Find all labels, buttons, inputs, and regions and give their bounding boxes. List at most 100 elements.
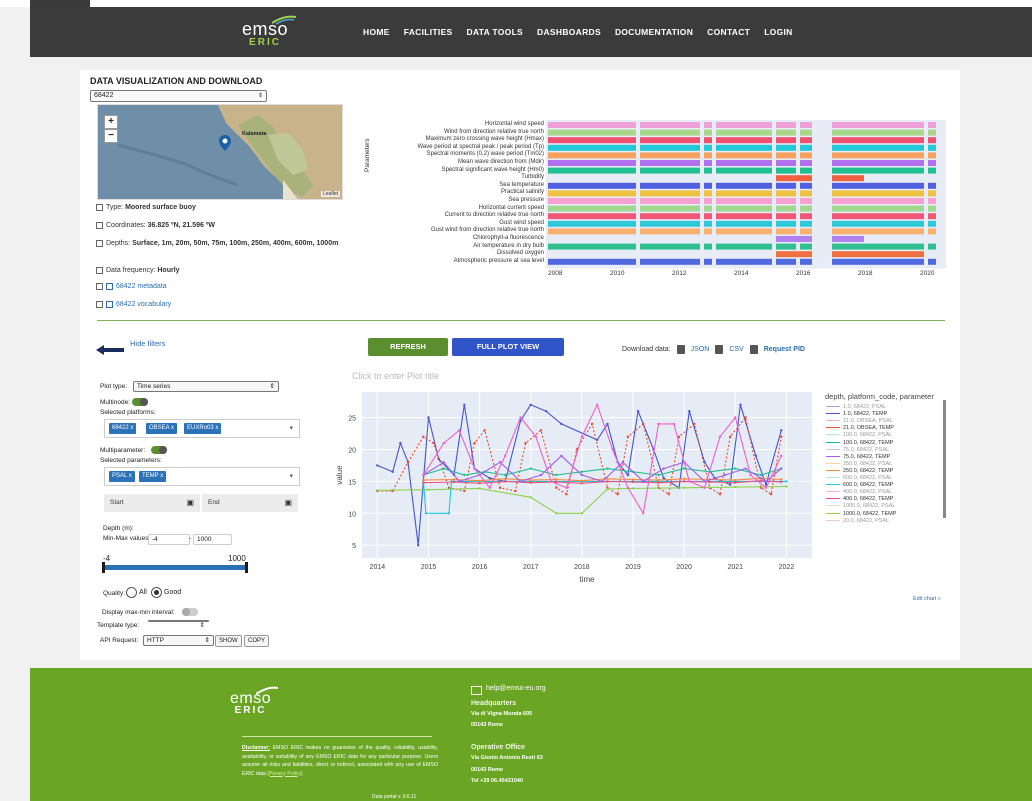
series-point[interactable] [683,477,686,480]
platform-select[interactable]: 68422 ⇕ [90,90,267,102]
series-point[interactable] [596,438,599,442]
platforms-multiselect[interactable]: 68422 x OBSEA x EUXRo03 x ▾ [104,419,300,438]
series-point[interactable] [427,488,430,491]
series-point[interactable] [432,441,435,445]
depth-min-input[interactable]: -4 [148,534,190,545]
series-point[interactable] [621,461,624,464]
legend-item[interactable]: 21.0, OBSEA, TEMP [826,425,894,431]
footer-logo[interactable]: emso ERIC [230,686,278,716]
series-point[interactable] [565,493,568,496]
series-point[interactable] [473,467,476,470]
legend-item[interactable]: 100.0, 68422, TEMP [826,440,893,446]
series-point[interactable] [688,480,691,483]
series-point[interactable] [780,435,783,438]
series-point[interactable] [785,485,788,488]
series-point[interactable] [601,480,604,483]
series-point[interactable] [734,478,737,482]
maxmin-interval-toggle[interactable] [182,608,198,616]
series-point[interactable] [529,467,532,470]
platform-chip-68422[interactable]: 68422 x [109,423,137,434]
nav-login[interactable]: LOGIN [764,27,792,37]
series-point[interactable] [514,489,517,493]
legend-item[interactable]: 1000.0, 68422, PSAL [826,503,895,509]
series-point[interactable] [442,467,445,470]
series-point[interactable] [729,483,732,486]
series-point[interactable] [529,478,532,482]
series-point[interactable] [544,410,548,413]
csv-file-icon[interactable] [715,345,724,354]
series-point[interactable] [596,403,599,406]
api-request-select[interactable]: HTTP ⇕ [143,635,214,646]
series-point[interactable] [539,429,543,432]
series-point[interactable] [657,478,660,482]
series-point[interactable] [376,489,379,492]
series-point[interactable] [555,486,558,489]
series-point[interactable] [550,480,553,483]
series-point[interactable] [780,478,783,481]
series-point[interactable] [580,482,584,485]
series-point[interactable] [606,422,609,426]
legend-item[interactable]: 20.0, 68422, PSAL [826,518,889,524]
pid-icon[interactable] [749,345,758,354]
legend-item[interactable]: 600.0, 68422, PSAL [826,475,892,481]
series-point[interactable] [478,487,481,490]
copy-button[interactable]: COPY [244,635,270,647]
calendar-icon[interactable]: ▣ [284,494,292,512]
series-point[interactable] [718,493,722,496]
series-point[interactable] [427,416,430,419]
series-point[interactable] [657,473,660,477]
series-point[interactable] [642,422,645,426]
series-point[interactable] [780,429,783,432]
series-point[interactable] [580,470,584,473]
series-point[interactable] [580,435,584,438]
depth-range-slider[interactable] [103,565,247,570]
series-point[interactable] [442,461,445,464]
series-point[interactable] [677,435,681,438]
series-point[interactable] [399,441,402,445]
series-point[interactable] [718,435,722,438]
quality-good-radio[interactable] [151,587,162,598]
series-point[interactable] [580,473,584,477]
csv-link[interactable]: CSV [729,346,743,353]
parameter-chip-temp[interactable]: TEMP x [139,471,167,482]
series-point[interactable] [759,473,763,477]
series-point[interactable] [452,478,456,481]
chevron-down-icon[interactable]: ▾ [289,472,293,480]
series-point[interactable] [703,486,706,489]
series-point[interactable] [555,473,558,477]
slider-min-handle[interactable] [102,562,105,573]
series-point[interactable] [759,479,763,482]
series-point[interactable] [417,544,420,547]
series-point[interactable] [754,454,757,457]
legend-item[interactable]: 75.0, 68422, TEMP [826,454,890,460]
series-point[interactable] [657,422,660,426]
series-point[interactable] [478,479,481,482]
series-point[interactable] [488,486,491,489]
series-point[interactable] [498,486,502,489]
nav-facilities[interactable]: FACILITIES [404,27,453,37]
legend-item[interactable]: 250.0, 68422, TEMP [826,468,893,474]
multiparameter-toggle[interactable] [151,446,167,454]
series-point[interactable] [611,448,614,451]
chevron-down-icon[interactable]: ▾ [289,424,293,432]
series-point[interactable] [529,496,532,499]
series-point[interactable] [422,435,425,438]
map-zoom-out-button[interactable]: − [104,129,118,143]
hide-filters-arrow-icon[interactable] [96,342,124,360]
series-point[interactable] [769,493,773,496]
series-point[interactable] [504,454,507,457]
series-point[interactable] [606,467,609,470]
series-point[interactable] [452,480,456,484]
series-point[interactable] [406,461,410,464]
series-point[interactable] [683,486,686,489]
plot-title-input[interactable]: Click to enter Plot title [352,371,439,381]
series-point[interactable] [631,480,635,484]
series-point[interactable] [580,512,584,515]
legend-item[interactable]: 250.0, 68422, PSAL [826,461,892,467]
series-point[interactable] [764,486,768,489]
series-point[interactable] [478,482,481,485]
series-point[interactable] [734,481,737,484]
quality-all-radio[interactable] [126,587,137,598]
series-point[interactable] [498,461,502,464]
nav-home[interactable]: HOME [363,27,390,37]
